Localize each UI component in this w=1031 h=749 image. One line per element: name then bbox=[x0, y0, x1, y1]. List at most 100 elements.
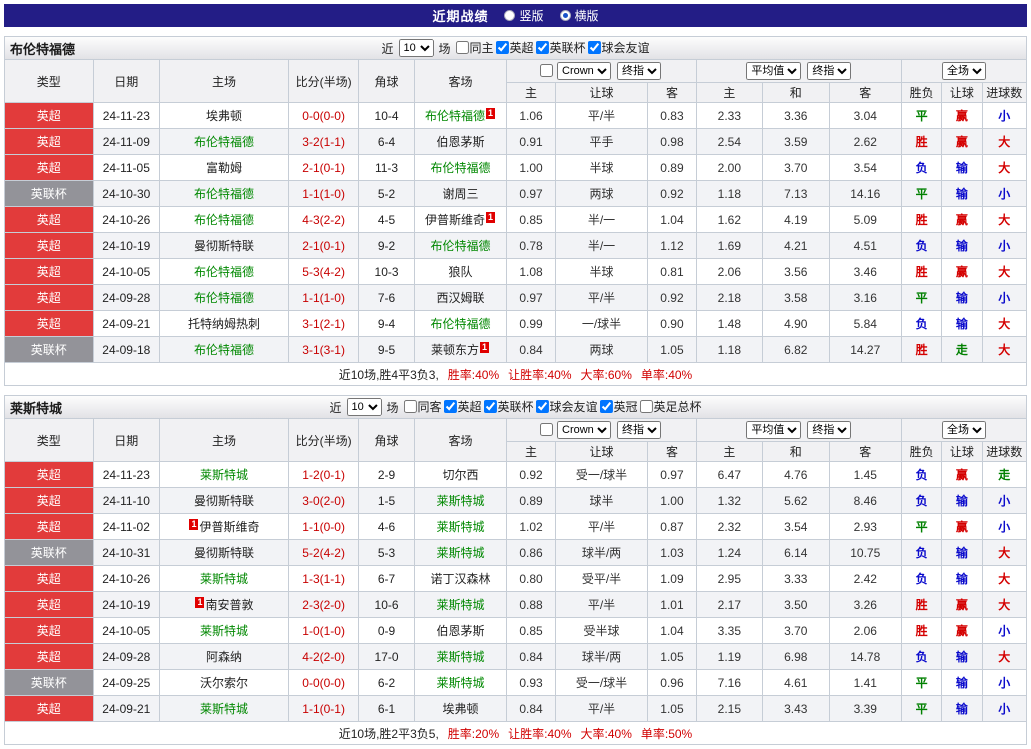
match-date: 24-09-21 bbox=[93, 311, 159, 337]
team-name: 莱斯特城 bbox=[200, 702, 248, 716]
filter-checkbox-input[interactable] bbox=[588, 41, 601, 54]
filter-checkbox-英冠[interactable]: 英冠 bbox=[600, 398, 638, 415]
red-card-badge: 1 bbox=[189, 519, 198, 530]
average-stage-select[interactable]: 终指 bbox=[807, 62, 851, 80]
league-badge: 英超 bbox=[5, 488, 94, 514]
odds-home: 0.84 bbox=[507, 696, 555, 722]
filter-checkbox-label: 英超 bbox=[510, 39, 534, 56]
match-date: 24-10-19 bbox=[93, 592, 159, 618]
bookmaker-select[interactable]: Crown bbox=[557, 62, 611, 80]
view-option-horizontal[interactable]: 横版 bbox=[560, 7, 599, 24]
filter-checkbox-input[interactable] bbox=[484, 400, 497, 413]
col-odds-away: 客 bbox=[648, 442, 696, 462]
filter-checkbox-input[interactable] bbox=[443, 400, 456, 413]
odds-away: 0.83 bbox=[648, 103, 696, 129]
filter-checkbox-同客[interactable]: 同客 bbox=[403, 398, 441, 415]
handicap-line: 半/一 bbox=[555, 233, 648, 259]
away-team-cell: 谢周三 bbox=[414, 181, 507, 207]
col-avg-home: 主 bbox=[696, 83, 762, 103]
fulltime-select[interactable]: 全场 bbox=[942, 421, 986, 439]
home-team-cell: 曼彻斯特联 bbox=[160, 540, 289, 566]
average-select[interactable]: 平均值 bbox=[746, 62, 801, 80]
avg-away: 1.41 bbox=[829, 670, 902, 696]
corner-cell: 11-3 bbox=[359, 155, 414, 181]
avg-draw: 3.50 bbox=[763, 592, 829, 618]
team-name: 莱斯特城 bbox=[437, 494, 485, 508]
avg-home: 1.18 bbox=[696, 337, 762, 363]
filter-checkbox-英联杯[interactable]: 英联杯 bbox=[484, 398, 534, 415]
filter-checkbox-同主[interactable]: 同主 bbox=[455, 39, 493, 56]
home-team-cell: 布伦特福德 bbox=[160, 285, 289, 311]
filter-checkbox-input[interactable] bbox=[496, 41, 509, 54]
match-row: 英超24-11-23埃弗顿0-0(0-0)10-4布伦特福德11.06平/半0.… bbox=[5, 103, 1027, 129]
col-home: 主场 bbox=[160, 60, 289, 103]
corner-cell: 6-4 bbox=[359, 129, 414, 155]
away-team-cell: 莱斯特城 bbox=[414, 644, 507, 670]
odds-compare-checkbox[interactable] bbox=[540, 64, 553, 77]
team-name: 莱斯特城 bbox=[437, 650, 485, 664]
filter-checkbox-球会友谊[interactable]: 球会友谊 bbox=[588, 39, 650, 56]
team-section-header: 布伦特福德 近 10 场 同主英超英联杯球会友谊 bbox=[4, 36, 1027, 59]
result-outcome: 负 bbox=[902, 233, 942, 259]
radio-icon[interactable] bbox=[504, 10, 515, 21]
team-name: 布伦特福德 bbox=[194, 135, 254, 149]
avg-home: 1.62 bbox=[696, 207, 762, 233]
score-cell: 1-1(0-0) bbox=[288, 514, 358, 540]
score-cell: 0-0(0-0) bbox=[288, 103, 358, 129]
result-handicap: 赢 bbox=[942, 462, 982, 488]
result-outcome: 负 bbox=[902, 311, 942, 337]
result-outcome: 负 bbox=[902, 644, 942, 670]
odds-compare-checkbox[interactable] bbox=[540, 423, 553, 436]
team-name: 富勒姆 bbox=[206, 161, 242, 175]
average-select[interactable]: 平均值 bbox=[746, 421, 801, 439]
avg-draw: 4.19 bbox=[763, 207, 829, 233]
team-name: 莱斯特城 bbox=[200, 572, 248, 586]
match-count-select[interactable]: 10 bbox=[398, 39, 433, 57]
filter-checkbox-input[interactable] bbox=[600, 400, 613, 413]
filter-checkbox-英超[interactable]: 英超 bbox=[443, 398, 481, 415]
filter-checkbox-英超[interactable]: 英超 bbox=[496, 39, 534, 56]
odds-home: 0.85 bbox=[507, 207, 555, 233]
filter-checkbox-英足总杯[interactable]: 英足总杯 bbox=[640, 398, 702, 415]
filter-checkbox-英联杯[interactable]: 英联杯 bbox=[536, 39, 586, 56]
result-goals: 小 bbox=[982, 696, 1026, 722]
match-date: 24-11-05 bbox=[93, 155, 159, 181]
result-handicap: 输 bbox=[942, 233, 982, 259]
league-badge: 英超 bbox=[5, 285, 94, 311]
handicap-line: 平/半 bbox=[555, 696, 648, 722]
odds-stage-select[interactable]: 终指 bbox=[617, 62, 661, 80]
view-option-vertical[interactable]: 竖版 bbox=[504, 7, 543, 24]
avg-draw: 3.59 bbox=[763, 129, 829, 155]
avg-home: 1.48 bbox=[696, 311, 762, 337]
col-away: 客场 bbox=[414, 419, 507, 462]
match-row: 英超24-10-191南安普敦2-3(2-0)10-6莱斯特城0.88平/半1.… bbox=[5, 592, 1027, 618]
fulltime-select[interactable]: 全场 bbox=[942, 62, 986, 80]
filter-checkbox-input[interactable] bbox=[455, 41, 468, 54]
team-name: 伊普斯维奇 bbox=[199, 520, 259, 534]
filter-checkbox-input[interactable] bbox=[536, 41, 549, 54]
avg-draw: 3.54 bbox=[763, 514, 829, 540]
filter-checkbox-input[interactable] bbox=[640, 400, 653, 413]
odds-stage-select[interactable]: 终指 bbox=[617, 421, 661, 439]
away-team-cell: 布伦特福德1 bbox=[414, 103, 507, 129]
odds-home: 0.80 bbox=[507, 566, 555, 592]
odds-home: 1.08 bbox=[507, 259, 555, 285]
bookmaker-select[interactable]: Crown bbox=[557, 421, 611, 439]
filter-checkbox-input[interactable] bbox=[403, 400, 416, 413]
average-stage-select[interactable]: 终指 bbox=[807, 421, 851, 439]
avg-away: 2.93 bbox=[829, 514, 902, 540]
avg-away: 5.84 bbox=[829, 311, 902, 337]
team-name: 布伦特福德 bbox=[431, 161, 491, 175]
filter-checkbox-input[interactable] bbox=[536, 400, 549, 413]
avg-away: 5.09 bbox=[829, 207, 902, 233]
away-team-cell: 莱斯特城 bbox=[414, 592, 507, 618]
odds-away: 0.90 bbox=[648, 311, 696, 337]
match-row: 英超24-11-10曼彻斯特联3-0(2-0)1-5莱斯特城0.89球半1.00… bbox=[5, 488, 1027, 514]
league-badge: 英超 bbox=[5, 259, 94, 285]
summary-stat: 大率:60% bbox=[581, 368, 632, 382]
match-count-select[interactable]: 10 bbox=[346, 398, 381, 416]
radio-icon[interactable] bbox=[560, 10, 571, 21]
home-team-cell: 托特纳姆热刺 bbox=[160, 311, 289, 337]
filter-checkbox-球会友谊[interactable]: 球会友谊 bbox=[536, 398, 598, 415]
match-date: 24-10-05 bbox=[93, 618, 159, 644]
